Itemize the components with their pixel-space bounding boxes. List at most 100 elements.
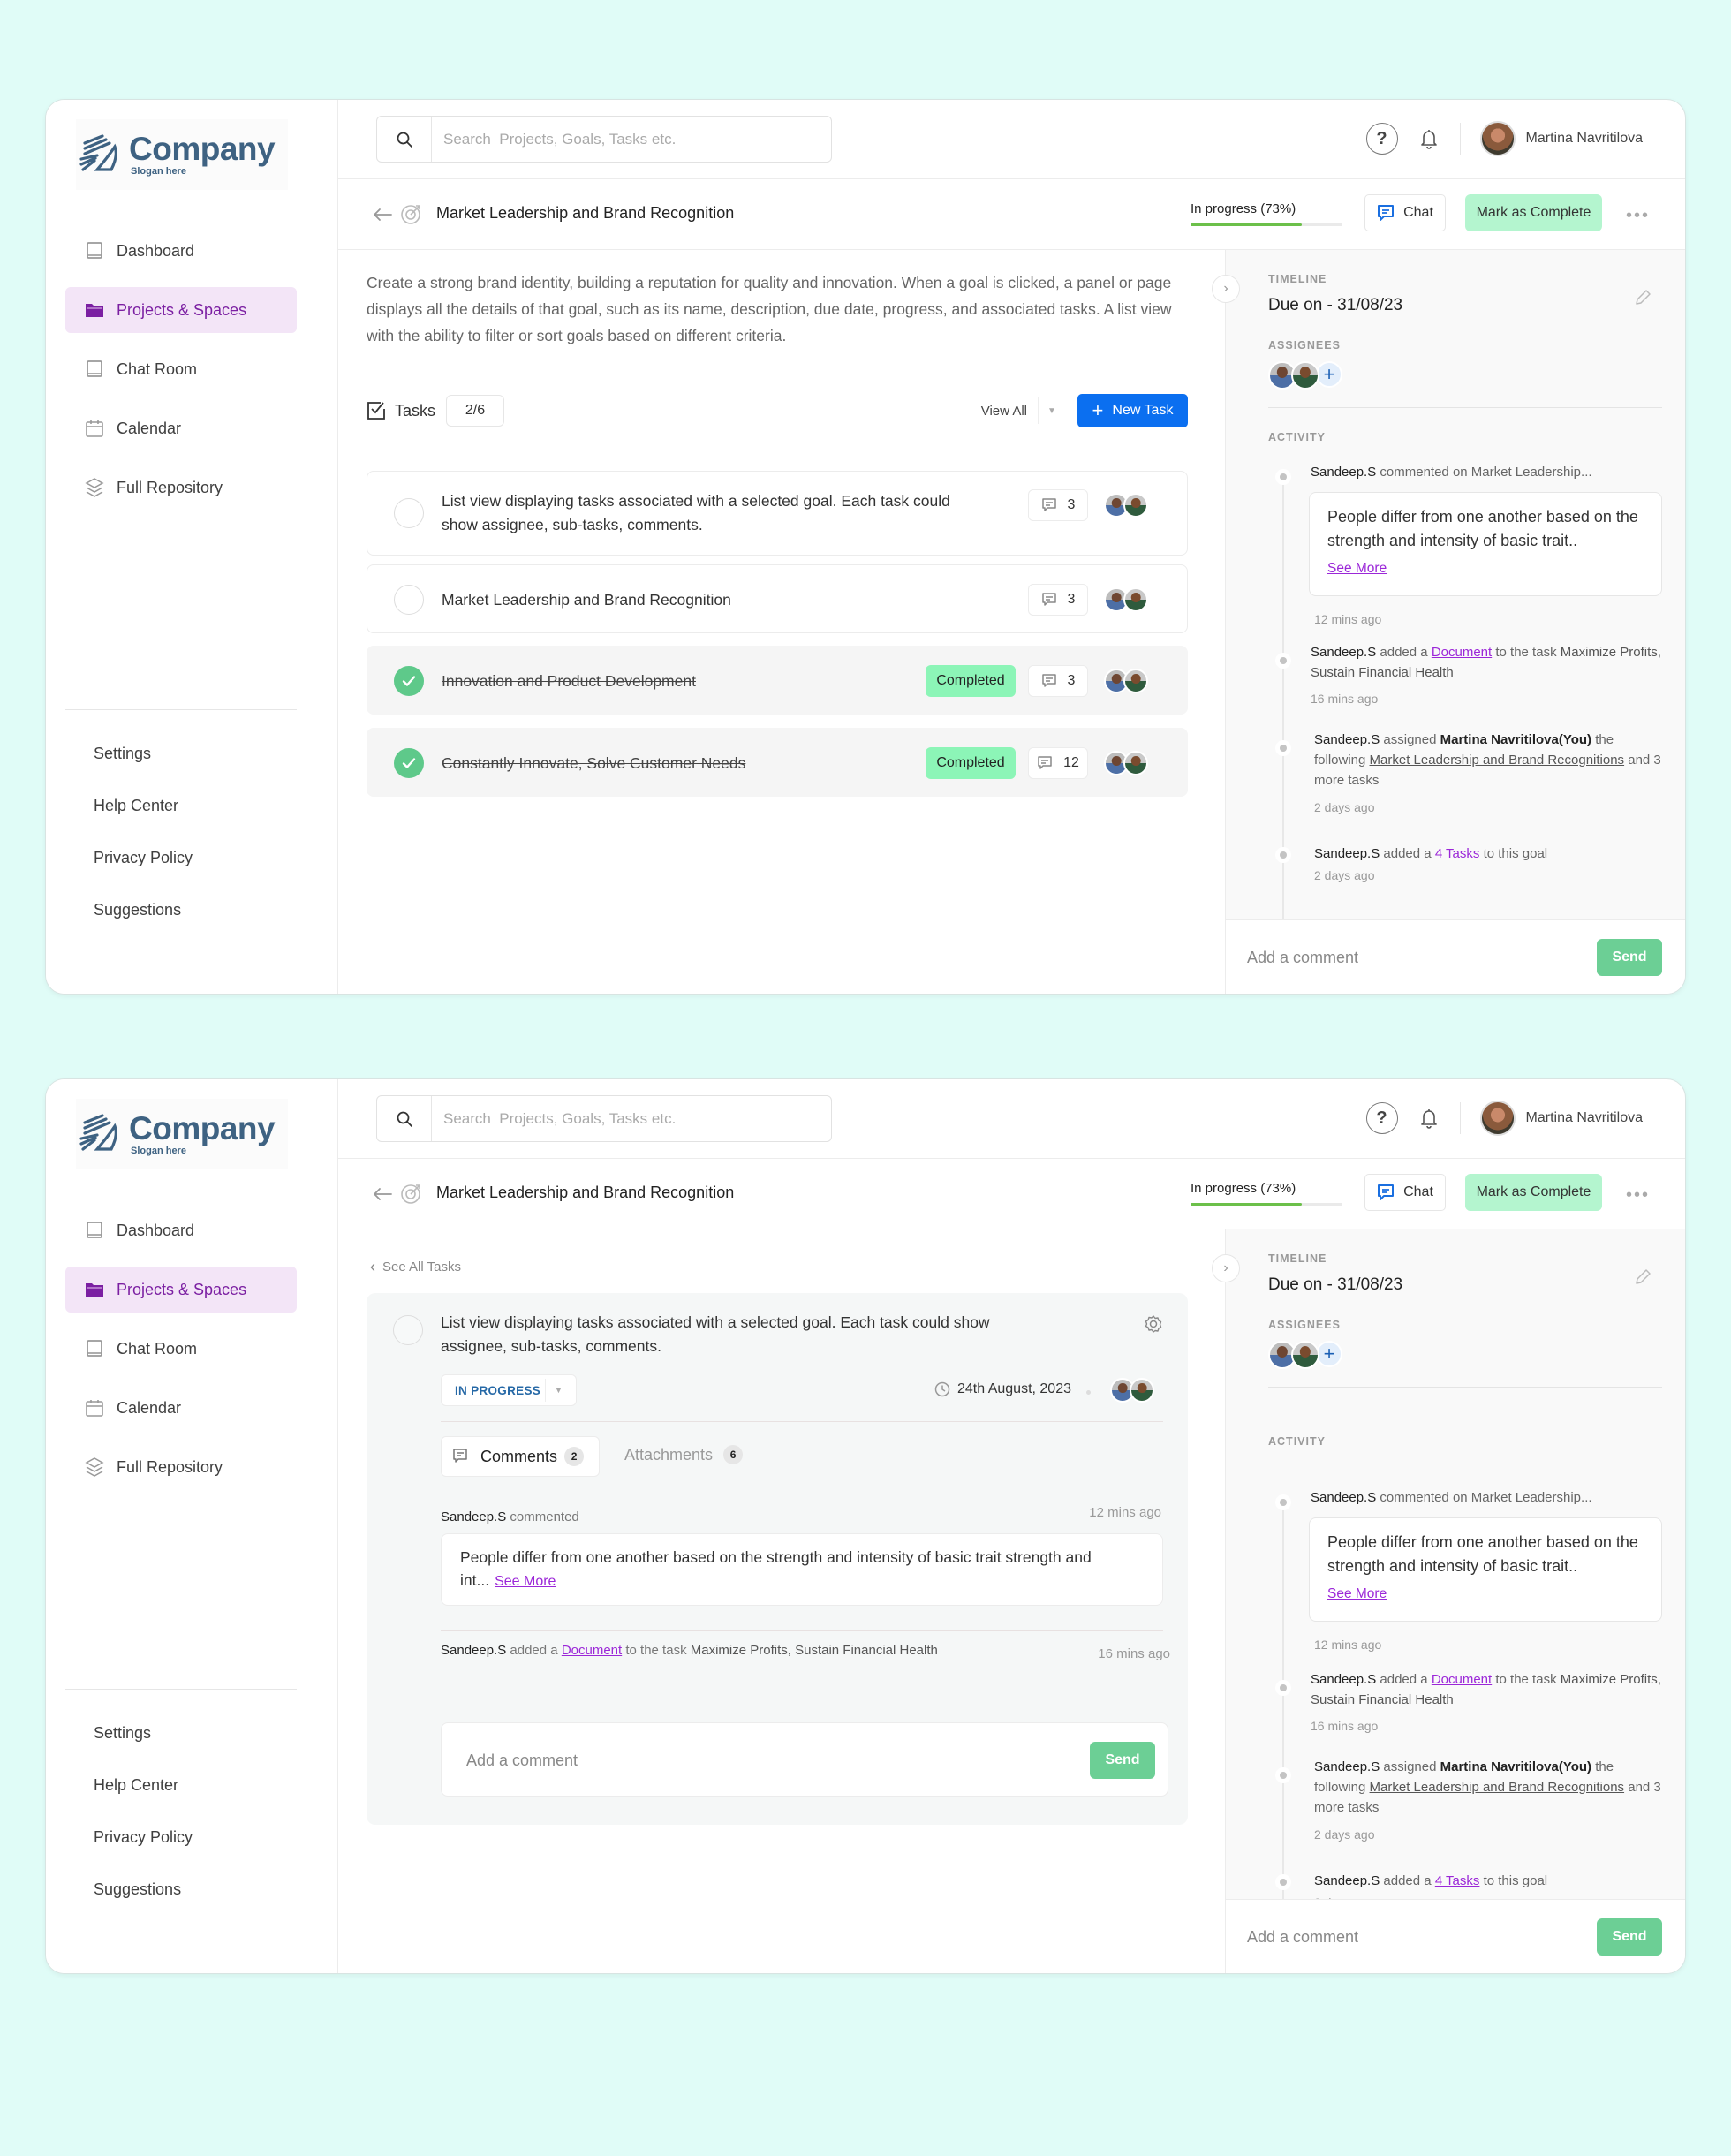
see-more-link[interactable]: See More [495,1574,556,1589]
send-button[interactable]: Send [1597,1918,1662,1956]
tab-comments[interactable]: Comments 2 [441,1436,600,1477]
document-link[interactable]: Document [1432,645,1492,660]
task-assignees [1110,1378,1154,1403]
assignee-avatar[interactable] [1123,493,1148,518]
status-dropdown[interactable]: IN PROGRESS ▼ [441,1374,577,1406]
view-all-dropdown[interactable]: View All [981,404,1027,419]
comment-input[interactable] [1247,940,1565,975]
task-checkbox[interactable] [394,748,424,778]
comment-count-button[interactable]: 3 [1028,665,1088,697]
comment-count-button[interactable]: 12 [1028,747,1088,779]
search-box[interactable] [376,1095,832,1142]
chevron-right-icon[interactable]: › [1212,275,1240,303]
assignee-avatar[interactable] [1130,1378,1154,1403]
send-button[interactable]: Send [1090,1742,1155,1779]
help-center-link[interactable]: Help Center [94,795,193,847]
pencil-icon[interactable] [1634,1268,1652,1290]
search-input[interactable] [432,130,820,148]
top-bar: ? Martina Navritilova [338,100,1685,179]
tasks-link[interactable]: 4 Tasks [1435,846,1480,861]
back-arrow-icon[interactable] [370,1182,395,1207]
sidebar-item-projects-spaces[interactable]: Projects & Spaces [65,1267,297,1313]
task-row[interactable]: Innovation and Product Development Compl… [367,646,1188,715]
timeline-label: TIMELINE [1268,273,1327,285]
calendar-icon [85,1398,104,1418]
gear-icon[interactable] [1144,1314,1163,1338]
pencil-icon[interactable] [1634,289,1652,311]
task-row[interactable]: Market Leadership and Brand Recognition … [367,564,1188,633]
task-row[interactable]: Constantly Innovate, Solve Customer Need… [367,728,1188,797]
bell-icon[interactable] [1417,1105,1440,1131]
sidebar-item-calendar[interactable]: Calendar [65,405,297,451]
chat-button[interactable]: Chat [1364,1174,1446,1211]
user-avatar[interactable] [1479,1101,1516,1136]
settings-link[interactable]: Settings [94,743,193,795]
goal-link[interactable]: Market Leadership and Brand Recognitions [1370,753,1625,768]
suggestions-link[interactable]: Suggestions [94,899,193,951]
privacy-policy-link[interactable]: Privacy Policy [94,1827,193,1879]
see-more-link[interactable]: See More [1327,1582,1644,1606]
user-name[interactable]: Martina Navritilova [1526,1110,1643,1126]
comment-input[interactable] [466,1743,820,1778]
task-detail-card: List view displaying tasks associated wi… [367,1293,1188,1825]
comment-count-button[interactable]: 3 [1028,489,1088,521]
sidebar-item-projects-spaces[interactable]: Projects & Spaces [65,287,297,333]
separator-dot [1086,1390,1091,1395]
caret-down-icon[interactable]: ▼ [1047,406,1058,416]
sidebar-footer: Settings Help Center Privacy Policy Sugg… [94,743,193,951]
tasks-link[interactable]: 4 Tasks [1435,1873,1480,1888]
company-logo[interactable]: Company Slogan here [76,1099,288,1169]
see-all-tasks-link[interactable]: ‹ See All Tasks [370,1258,461,1276]
task-checkbox[interactable] [394,498,424,528]
document-link[interactable]: Document [562,1643,622,1658]
add-assignee-button[interactable]: + [1316,361,1342,388]
sidebar-item-chat-room[interactable]: Chat Room [65,346,297,392]
more-options-icon[interactable]: ••• [1626,206,1650,226]
task-checkbox[interactable] [393,1315,423,1345]
help-icon[interactable]: ? [1365,123,1398,155]
user-avatar[interactable] [1479,121,1516,156]
bell-icon[interactable] [1417,125,1440,152]
back-arrow-icon[interactable] [370,202,395,227]
comment-count-button[interactable]: 3 [1028,584,1088,616]
help-center-link[interactable]: Help Center [94,1774,193,1827]
activity-text: to the task [1495,1672,1557,1687]
sidebar-item-dashboard[interactable]: Dashboard [65,1207,297,1253]
sidebar-item-calendar[interactable]: Calendar [65,1385,297,1431]
new-task-button[interactable]: + New Task [1077,394,1188,427]
document-link[interactable]: Document [1432,1672,1492,1687]
assignee-avatar[interactable] [1123,587,1148,612]
assignee-avatar[interactable] [1123,751,1148,775]
mark-as-complete-button[interactable]: Mark as Complete [1465,1174,1602,1211]
sidebar-item-full-repository[interactable]: Full Repository [65,465,297,511]
help-icon[interactable]: ? [1365,1102,1398,1134]
search-input[interactable] [432,1109,820,1128]
chevron-right-icon[interactable]: › [1212,1254,1240,1282]
task-checkbox[interactable] [394,666,424,696]
task-row[interactable]: List view displaying tasks associated wi… [367,471,1188,556]
search-box[interactable] [376,116,832,163]
sidebar-item-chat-room[interactable]: Chat Room [65,1326,297,1372]
task-checkbox[interactable] [394,585,424,615]
sidebar-item-dashboard[interactable]: Dashboard [65,228,297,274]
company-logo[interactable]: Company Slogan here [76,119,288,190]
activity-text: commented on Market Leadership... [1380,1490,1592,1505]
assignee-avatar[interactable] [1291,1341,1319,1369]
comment-input[interactable] [1247,1919,1565,1955]
sidebar-item-full-repository[interactable]: Full Repository [65,1444,297,1490]
privacy-policy-link[interactable]: Privacy Policy [94,847,193,899]
more-options-icon[interactable]: ••• [1626,1185,1650,1206]
tab-attachments[interactable]: Attachments 6 [624,1445,744,1464]
send-button[interactable]: Send [1597,939,1662,976]
user-name[interactable]: Martina Navritilova [1526,131,1643,147]
assignee-avatar[interactable] [1291,361,1319,390]
add-assignee-button[interactable]: + [1316,1341,1342,1367]
goal-link[interactable]: Market Leadership and Brand Recognitions [1370,1780,1625,1795]
assignee-avatar[interactable] [1123,669,1148,693]
mark-as-complete-button[interactable]: Mark as Complete [1465,194,1602,231]
comment-count: 12 [1063,755,1079,770]
suggestions-link[interactable]: Suggestions [94,1879,193,1931]
chat-button[interactable]: Chat [1364,194,1446,231]
see-more-link[interactable]: See More [1327,556,1644,580]
settings-link[interactable]: Settings [94,1722,193,1774]
